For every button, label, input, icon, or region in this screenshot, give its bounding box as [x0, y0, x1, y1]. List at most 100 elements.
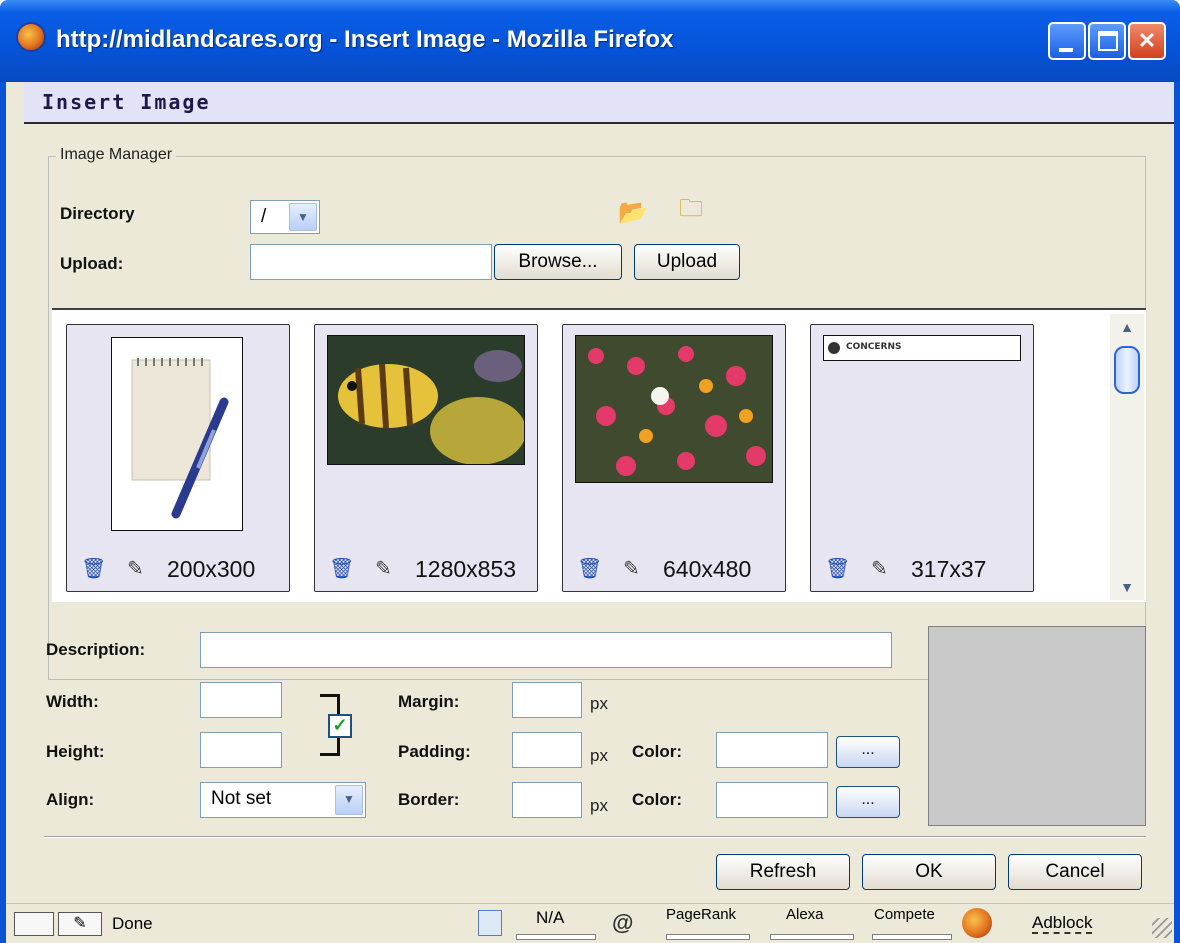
- image-card[interactable]: 🗑 ✎ 640x480: [562, 324, 786, 592]
- chevron-down-icon[interactable]: ▼: [289, 203, 317, 231]
- image-thumbnail-fish[interactable]: [327, 335, 525, 465]
- title-bar[interactable]: http://midlandcares.org - Insert Image -…: [0, 0, 1180, 82]
- padding-color-picker-button[interactable]: ...: [836, 736, 900, 768]
- upload-button[interactable]: Upload: [634, 244, 740, 280]
- height-label-text: Height: [46, 742, 99, 761]
- compete-label[interactable]: Compete: [874, 906, 935, 923]
- padding-color-label-text: Color: [632, 742, 677, 761]
- align-select[interactable]: Not set ▼: [200, 782, 366, 818]
- minimize-button[interactable]: [1048, 22, 1086, 60]
- image-thumbnail-banner[interactable]: CONCERNS: [823, 335, 1021, 361]
- thumbnail-scrollbar[interactable]: ▲ ▼: [1110, 314, 1144, 600]
- directory-select[interactable]: / ▼: [250, 200, 320, 234]
- pencil-icon[interactable]: ✎: [127, 557, 144, 581]
- close-button[interactable]: ✕: [1128, 22, 1166, 60]
- pagerank-meter: [666, 934, 750, 940]
- image-card[interactable]: CONCERNS 🗑 ✎ 317x37: [810, 324, 1034, 592]
- dialog-body: Insert Image Image Manager Directory / ▼…: [6, 82, 1174, 943]
- divider: [44, 836, 1146, 838]
- eyedropper-icon[interactable]: ✎: [58, 912, 102, 936]
- description-input[interactable]: [200, 632, 892, 668]
- border-label-text: Border: [398, 790, 454, 809]
- width-label: Width:: [46, 692, 99, 711]
- folder-up-icon[interactable]: 📂: [616, 198, 650, 228]
- image-dimensions: 317x37: [911, 556, 987, 582]
- border-unit: px: [590, 796, 608, 815]
- image-card[interactable]: 🗑 ✎ 200x300: [66, 324, 290, 592]
- height-label: Height:: [46, 742, 105, 761]
- pencil-icon[interactable]: ✎: [871, 557, 888, 581]
- page-info-icon[interactable]: [478, 910, 502, 936]
- alexa-label[interactable]: Alexa: [786, 906, 824, 923]
- image-manager-legend: Image Manager: [56, 146, 177, 164]
- ok-button[interactable]: OK: [862, 854, 996, 890]
- close-icon: ✕: [1137, 28, 1157, 53]
- width-input[interactable]: [200, 682, 282, 718]
- align-label-text: Align: [46, 790, 89, 809]
- at-icon[interactable]: @: [612, 910, 633, 936]
- padding-unit: px: [590, 746, 608, 765]
- constrain-proportions-checkbox[interactable]: ✓: [328, 714, 352, 738]
- height-input[interactable]: [200, 732, 282, 768]
- na-label: N/A: [536, 908, 565, 927]
- chevron-down-icon[interactable]: ▼: [335, 785, 363, 815]
- image-thumbnail-flowers[interactable]: [575, 335, 773, 483]
- margin-label-text: Margin: [398, 692, 454, 711]
- scroll-down-icon[interactable]: ▼: [1113, 574, 1141, 600]
- refresh-button[interactable]: Refresh: [716, 854, 850, 890]
- image-card[interactable]: 🗑 ✎ 1280x853: [314, 324, 538, 592]
- description-label-text: Description: [46, 640, 140, 659]
- trash-icon[interactable]: 🗑: [825, 557, 850, 581]
- pagerank-label[interactable]: PageRank: [666, 906, 736, 923]
- cancel-button[interactable]: Cancel: [1008, 854, 1142, 890]
- description-label: Description:: [46, 640, 146, 659]
- compete-meter: [872, 934, 952, 940]
- border-input[interactable]: [512, 782, 582, 818]
- banner-text: CONCERNS: [846, 342, 902, 352]
- maximize-button[interactable]: [1088, 22, 1126, 60]
- na-meter: [516, 934, 596, 940]
- status-text: Done: [112, 914, 153, 933]
- dialog-header: Insert Image: [24, 82, 1174, 124]
- upload-file-input[interactable]: [250, 244, 492, 280]
- scroll-up-icon[interactable]: ▲: [1113, 314, 1141, 340]
- alexa-meter: [770, 934, 854, 940]
- trash-icon[interactable]: 🗑: [81, 557, 106, 581]
- border-color-input[interactable]: [716, 782, 828, 818]
- pencil-icon[interactable]: ✎: [375, 557, 392, 581]
- directory-value: /: [261, 206, 267, 227]
- image-preview: [928, 626, 1146, 826]
- dialog-title: Insert Image: [42, 90, 211, 114]
- padding-label: Padding:: [398, 742, 471, 761]
- padding-label-text: Padding: [398, 742, 466, 761]
- status-bar: ✎ Done N/A @ PageRank Alexa Compete Adbl…: [6, 903, 1174, 943]
- image-thumbnail-list[interactable]: 🗑 ✎ 200x300 🗑 ✎ 1280x853 🗑 ✎ 640x480 CON…: [52, 308, 1146, 602]
- border-color-picker-button[interactable]: ...: [836, 786, 900, 818]
- align-label: Align:: [46, 790, 95, 809]
- window-title: http://midlandcares.org - Insert Image -…: [56, 26, 674, 53]
- border-label: Border:: [398, 790, 460, 809]
- trash-icon[interactable]: 🗑: [577, 557, 602, 581]
- pencil-icon[interactable]: ✎: [623, 557, 640, 581]
- firefox-icon[interactable]: [962, 908, 992, 938]
- new-folder-icon[interactable]: 🗀: [674, 194, 708, 224]
- width-label-text: Width: [46, 692, 94, 711]
- browse-button[interactable]: Browse...: [494, 244, 622, 280]
- padding-input[interactable]: [512, 732, 582, 768]
- resize-grip-icon[interactable]: [1152, 918, 1172, 938]
- padding-color-input[interactable]: [716, 732, 828, 768]
- margin-input[interactable]: [512, 682, 582, 718]
- image-dimensions: 1280x853: [415, 556, 517, 582]
- margin-label: Margin:: [398, 692, 460, 711]
- scrollbar-thumb[interactable]: [1114, 346, 1140, 394]
- adblock-label[interactable]: Adblock: [1032, 914, 1093, 934]
- padding-color-label: Color:: [632, 742, 683, 761]
- trash-icon[interactable]: 🗑: [329, 557, 354, 581]
- border-color-label-text: Color: [632, 790, 677, 809]
- circle-icon: [828, 342, 840, 354]
- image-dimensions: 200x300: [167, 556, 256, 582]
- browser-window: http://midlandcares.org - Insert Image -…: [0, 0, 1180, 943]
- image-thumbnail-notepad[interactable]: [111, 337, 243, 531]
- ruler-icon[interactable]: [14, 912, 54, 936]
- margin-unit: px: [590, 694, 608, 713]
